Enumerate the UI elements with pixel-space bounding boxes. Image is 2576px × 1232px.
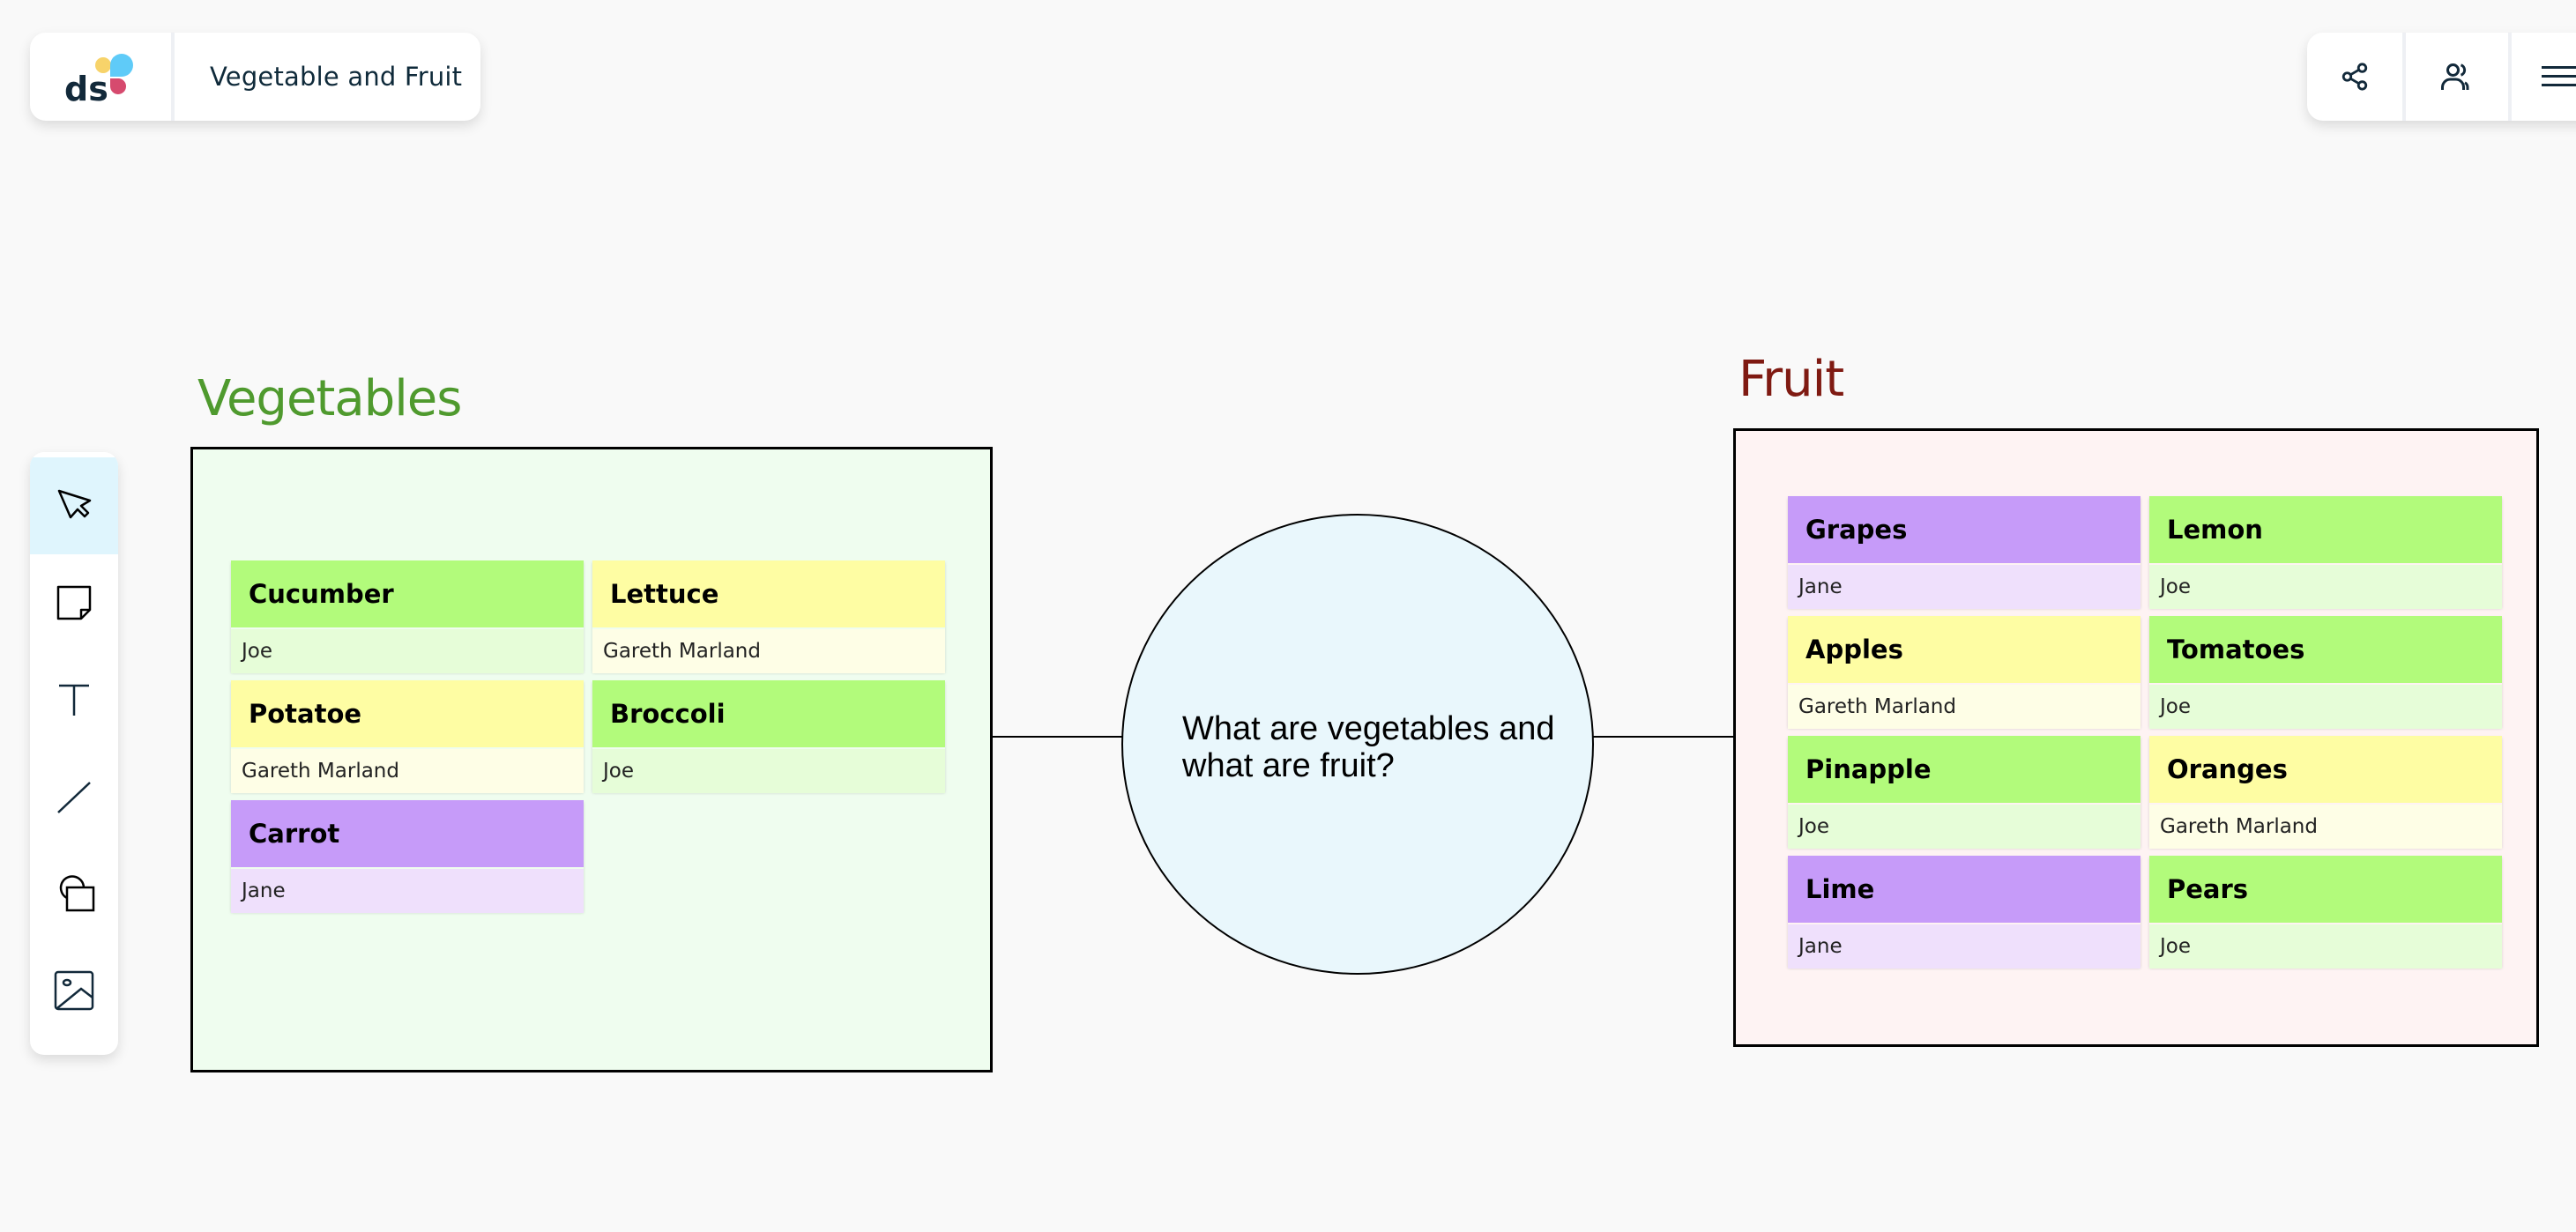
text-icon	[59, 684, 89, 716]
shapes-tool-button[interactable]	[30, 845, 118, 942]
sticky-note-author: Joe	[2149, 924, 2502, 969]
vegetables-title[interactable]: Vegetables	[197, 370, 462, 427]
sticky-note-title: Lime	[1788, 856, 2140, 923]
sticky-note-title: Lettuce	[592, 560, 945, 627]
vegetable-sticky-note[interactable]: Cucumber Joe	[231, 560, 584, 673]
fruit-sticky-note[interactable]: Oranges Gareth Marland	[2149, 736, 2502, 849]
sticky-note-author: Jane	[231, 869, 584, 913]
sticky-note-title: Pears	[2149, 856, 2502, 923]
ds-logo-icon: ds	[64, 54, 133, 108]
sticky-note-author: Jane	[1788, 924, 2140, 969]
sticky-note-author: Gareth Marland	[231, 749, 584, 793]
vegetable-sticky-note[interactable]: Carrot Jane	[231, 800, 584, 913]
fruit-sticky-note[interactable]: Tomatoes Joe	[2149, 616, 2502, 729]
svg-text:ds: ds	[64, 70, 108, 108]
sticky-note-title: Broccoli	[592, 680, 945, 747]
fruit-sticky-note[interactable]: Apples Gareth Marland	[1788, 616, 2140, 729]
sticky-note-title: Pinapple	[1788, 736, 2140, 803]
fruit-sticky-note[interactable]: Lemon Joe	[2149, 496, 2502, 609]
line-icon	[57, 782, 91, 813]
fruit-sticky-note[interactable]: Pinapple Joe	[1788, 736, 2140, 849]
center-question-text[interactable]: What are vegetables and what are fruit?	[1182, 710, 1588, 784]
sticky-note-title: Cucumber	[231, 560, 584, 627]
board-header: ds Vegetable and Fruit	[30, 33, 480, 121]
vegetable-sticky-note[interactable]: Potatoe Gareth Marland	[231, 680, 584, 793]
sticky-note-title: Oranges	[2149, 736, 2502, 803]
line-tool-button[interactable]	[30, 748, 118, 845]
share-icon	[2342, 63, 2368, 91]
sticky-note-title: Grapes	[1788, 496, 2140, 563]
users-icon	[2441, 63, 2469, 90]
fruit-sticky-note[interactable]: Lime Jane	[1788, 856, 2140, 969]
vegetable-sticky-note[interactable]: Lettuce Gareth Marland	[592, 560, 945, 673]
sticky-note-author: Joe	[231, 629, 584, 673]
sticky-note-title: Carrot	[231, 800, 584, 867]
sticky-note-author: Gareth Marland	[2149, 805, 2502, 849]
connector-line-right[interactable]	[1593, 736, 1734, 738]
board-title[interactable]: Vegetable and Fruit	[175, 33, 480, 121]
sticky-note-author: Jane	[1788, 565, 2140, 609]
fruit-title[interactable]: Fruit	[1738, 351, 1844, 408]
sticky-note-title: Lemon	[2149, 496, 2502, 563]
sticky-note-author: Gareth Marland	[1788, 685, 2140, 729]
sticky-note-title: Apples	[1788, 616, 2140, 683]
sticky-note-author: Joe	[2149, 565, 2502, 609]
sticky-note-author: Joe	[1788, 805, 2140, 849]
sticky-note-tool-button[interactable]	[30, 554, 118, 651]
top-right-toolbar	[2307, 33, 2576, 121]
connector-line-left[interactable]	[992, 736, 1122, 738]
sticky-note-author: Joe	[592, 749, 945, 793]
main-menu-button[interactable]	[2512, 33, 2576, 121]
sticky-note-author: Joe	[2149, 685, 2502, 729]
fruit-sticky-note[interactable]: Pears Joe	[2149, 856, 2502, 969]
vegetable-sticky-note[interactable]: Broccoli Joe	[592, 680, 945, 793]
shapes-icon	[59, 875, 95, 912]
sticky-note-title: Tomatoes	[2149, 616, 2502, 683]
image-icon	[54, 970, 94, 1011]
app-logo[interactable]: ds	[30, 33, 175, 121]
cursor-icon	[57, 489, 92, 519]
left-toolbar	[30, 452, 118, 1055]
select-tool-button[interactable]	[30, 457, 118, 554]
text-tool-button[interactable]	[30, 651, 118, 748]
fruit-sticky-note[interactable]: Grapes Jane	[1788, 496, 2140, 609]
sticky-note-icon	[56, 585, 92, 620]
share-button[interactable]	[2307, 33, 2407, 121]
sticky-note-title: Potatoe	[231, 680, 584, 747]
sticky-note-author: Gareth Marland	[592, 629, 945, 673]
collaborators-button[interactable]	[2406, 33, 2512, 121]
menu-icon	[2541, 66, 2576, 86]
image-tool-button[interactable]	[30, 942, 118, 1039]
